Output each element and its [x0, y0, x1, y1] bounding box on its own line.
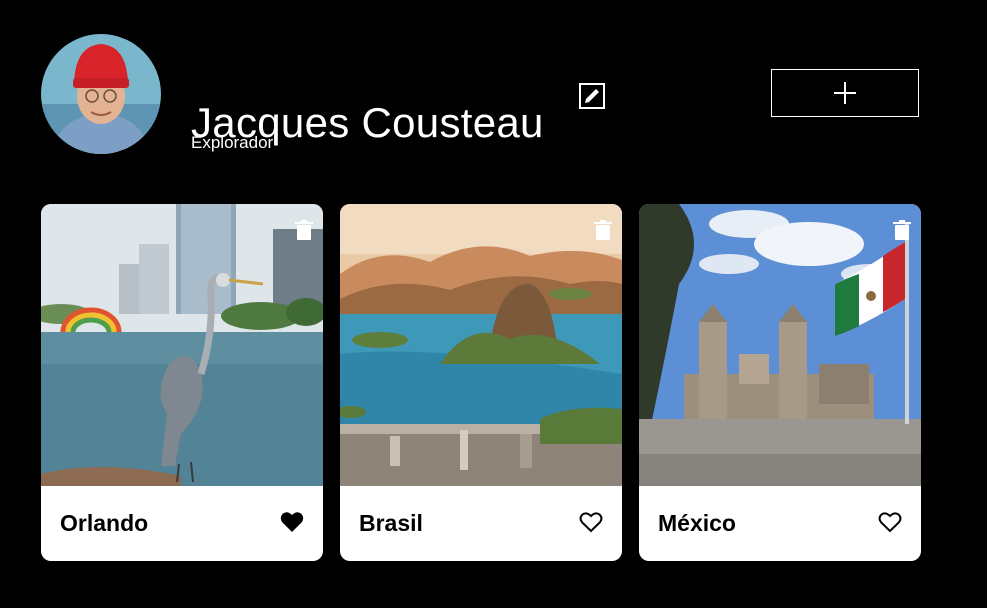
place-title: Orlando	[60, 510, 149, 536]
delete-card-button[interactable]	[594, 220, 612, 240]
place-card: México	[639, 204, 921, 561]
place-image[interactable]	[340, 204, 622, 486]
like-button[interactable]	[280, 511, 304, 533]
delete-card-button[interactable]	[295, 220, 313, 240]
place-image[interactable]	[639, 204, 921, 486]
profile-about: Explorador	[191, 133, 274, 152]
place-card: Orlando	[41, 204, 323, 561]
trash-icon	[594, 220, 612, 240]
profile-section: Jacques Cousteau Explorador	[41, 34, 941, 164]
trash-icon	[893, 220, 911, 240]
like-button[interactable]	[878, 511, 902, 533]
add-place-button[interactable]	[771, 69, 919, 117]
place-title: México	[658, 510, 736, 536]
place-image[interactable]	[41, 204, 323, 486]
heart-icon	[579, 512, 603, 533]
place-card: Brasil	[340, 204, 622, 561]
plus-icon	[834, 82, 856, 104]
place-title: Brasil	[359, 510, 423, 536]
edit-profile-button[interactable]	[579, 83, 605, 109]
delete-card-button[interactable]	[893, 220, 911, 240]
avatar[interactable]	[41, 34, 161, 154]
pencil-edit-icon	[579, 83, 605, 109]
like-button[interactable]	[579, 511, 603, 533]
heart-icon	[280, 512, 304, 532]
heart-icon	[878, 512, 902, 533]
trash-icon	[295, 220, 313, 240]
